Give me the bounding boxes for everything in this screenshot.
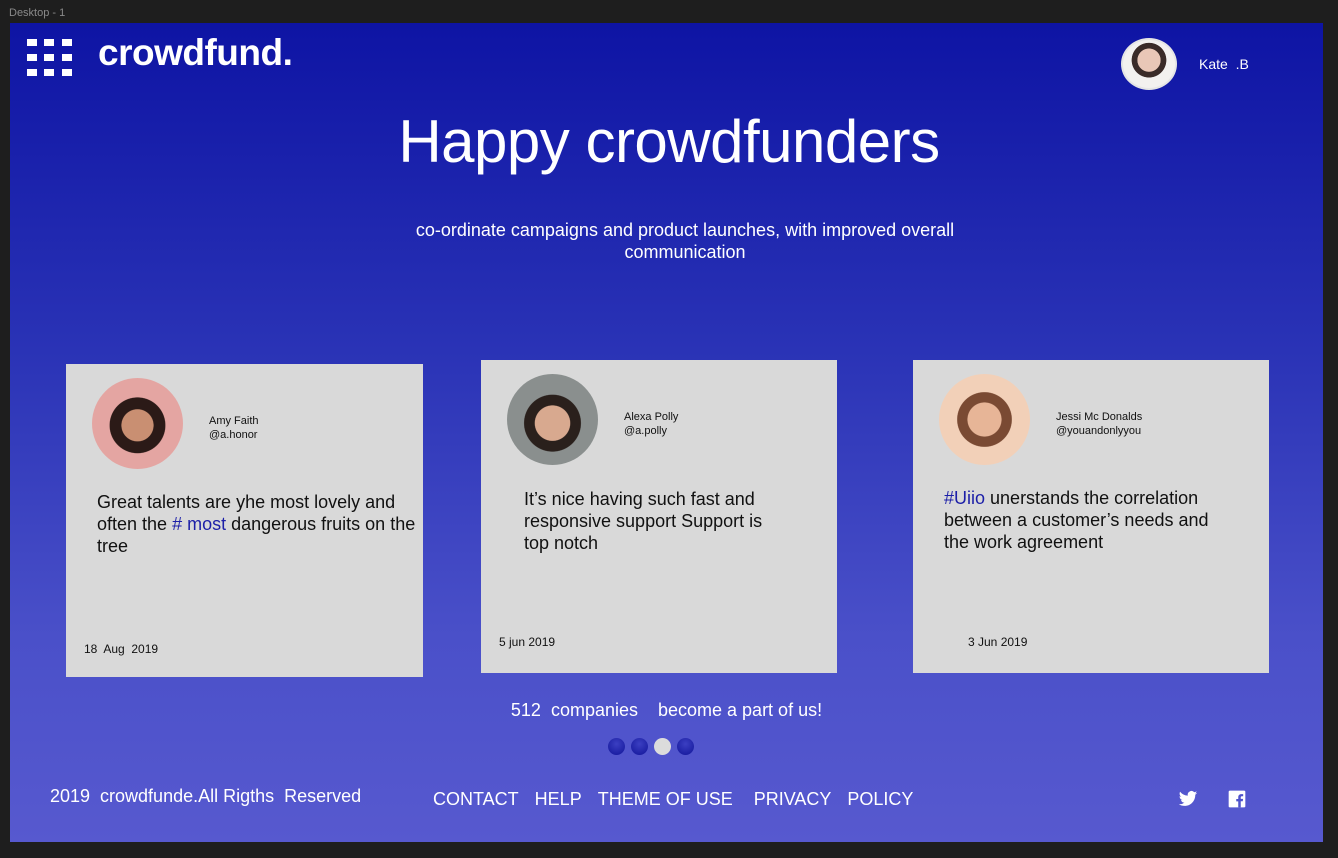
pager-dot[interactable] <box>608 738 625 755</box>
footer-link-help[interactable]: HELP <box>535 789 582 810</box>
testimonial-quote: Great talents are yhe most lovely and of… <box>97 492 416 556</box>
avatar <box>92 378 183 469</box>
pager-dot-active[interactable] <box>654 738 671 755</box>
carousel-pager <box>608 738 694 755</box>
footer-link-privacy[interactable]: PRIVACY <box>754 789 832 810</box>
page-title: Happy crowdfunders <box>398 108 940 175</box>
facebook-icon[interactable] <box>1226 789 1248 809</box>
author-handle[interactable]: @youandonlyyou <box>1056 425 1141 437</box>
author-name: Alexa Polly <box>624 411 679 423</box>
hashtag-link[interactable]: #Uiio <box>944 488 985 508</box>
footer-link-policy[interactable]: POLICY <box>847 789 913 810</box>
avatar <box>939 374 1030 465</box>
testimonial-card: Jessi Mc Donalds @youandonlyyou #Uiio un… <box>913 360 1269 673</box>
copyright-text: 2019 crowdfunde.All Rigths Reserved <box>50 786 362 806</box>
hashtag-link[interactable]: # most <box>172 514 226 534</box>
testimonial-card: Amy Faith @a.honor Great talents are yhe… <box>66 364 423 677</box>
grid-menu-icon[interactable] <box>27 39 73 77</box>
testimonial-card: Alexa Polly @a.polly It’s nice having su… <box>481 360 837 673</box>
avatar[interactable] <box>1121 38 1177 90</box>
testimonial-date: 5 jun 2019 <box>499 635 556 649</box>
page-subtitle: co-ordinate campaigns and product launch… <box>415 220 955 262</box>
author-handle[interactable]: @a.polly <box>624 425 667 437</box>
user-name: Kate .B <box>1199 56 1249 72</box>
author-name: Jessi Mc Donalds <box>1056 411 1143 423</box>
brand-logo[interactable]: crowdfund. <box>98 32 293 74</box>
frame-label: Desktop - 1 <box>9 7 66 19</box>
user-menu[interactable]: Kate .B <box>1121 38 1249 90</box>
pager-dot[interactable] <box>677 738 694 755</box>
footer-nav: CONTACT HELP THEME OF USE PRIVACY POLICY <box>433 789 929 810</box>
footer-link-contact[interactable]: CONTACT <box>433 789 519 810</box>
footer-link-theme-of-use[interactable]: THEME OF USE <box>598 789 733 810</box>
testimonial-date: 3 Jun 2019 <box>968 635 1028 649</box>
avatar <box>507 374 598 465</box>
twitter-icon[interactable] <box>1177 789 1199 809</box>
author-name: Amy Faith <box>209 415 259 427</box>
pager-dot[interactable] <box>631 738 648 755</box>
testimonial-date: 18 Aug 2019 <box>84 642 159 656</box>
testimonial-quote: It’s nice having such fast and responsiv… <box>524 489 763 553</box>
testimonial-quote: #Uiio unerstands the correlation between… <box>944 488 1209 552</box>
page-artboard: crowdfund. Kate .B Happy crowdfunders co… <box>10 23 1323 842</box>
author-handle[interactable]: @a.honor <box>209 429 257 441</box>
companies-stat: 512 companies become a part of us! <box>510 700 823 720</box>
